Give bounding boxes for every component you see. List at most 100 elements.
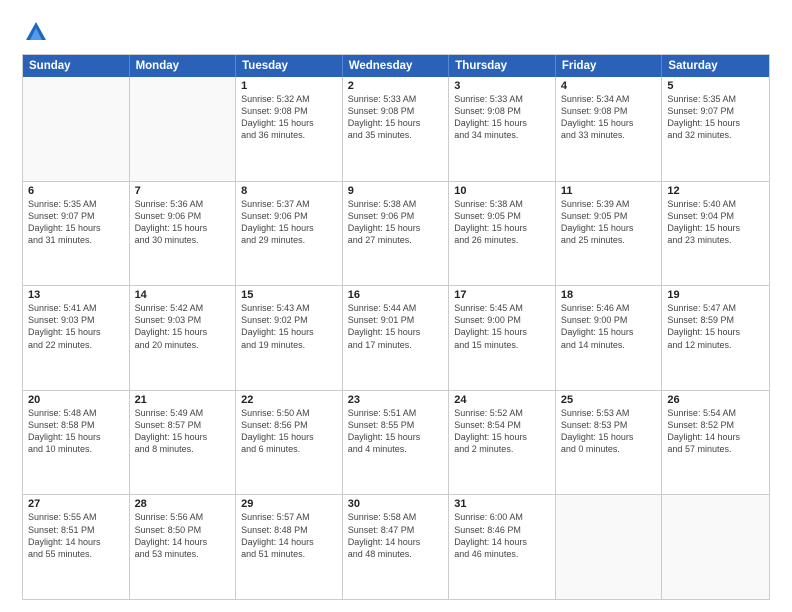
cell-line: Sunset: 9:05 PM xyxy=(561,210,657,222)
calendar-header: SundayMondayTuesdayWednesdayThursdayFrid… xyxy=(23,55,769,77)
cell-line: Sunrise: 5:56 AM xyxy=(135,511,231,523)
calendar-cell: 4Sunrise: 5:34 AMSunset: 9:08 PMDaylight… xyxy=(556,77,663,181)
cell-line: Daylight: 15 hours xyxy=(348,222,444,234)
cell-line: Daylight: 14 hours xyxy=(241,536,337,548)
cell-line: Daylight: 14 hours xyxy=(667,431,764,443)
day-number: 27 xyxy=(28,498,124,510)
calendar-row-1: 6Sunrise: 5:35 AMSunset: 9:07 PMDaylight… xyxy=(23,181,769,286)
calendar-cell: 8Sunrise: 5:37 AMSunset: 9:06 PMDaylight… xyxy=(236,182,343,286)
day-number: 10 xyxy=(454,185,550,197)
cell-line: and 51 minutes. xyxy=(241,548,337,560)
cell-line: and 23 minutes. xyxy=(667,234,764,246)
calendar-cell: 25Sunrise: 5:53 AMSunset: 8:53 PMDayligh… xyxy=(556,391,663,495)
calendar-cell: 13Sunrise: 5:41 AMSunset: 9:03 PMDayligh… xyxy=(23,286,130,390)
cell-line: Sunset: 9:01 PM xyxy=(348,314,444,326)
cell-line: Sunset: 9:06 PM xyxy=(241,210,337,222)
cell-line: Sunrise: 5:57 AM xyxy=(241,511,337,523)
cell-line: Sunset: 9:06 PM xyxy=(135,210,231,222)
header xyxy=(22,18,770,46)
cell-line: Sunrise: 5:42 AM xyxy=(135,302,231,314)
calendar-cell: 31Sunrise: 6:00 AMSunset: 8:46 PMDayligh… xyxy=(449,495,556,599)
cell-line: Daylight: 14 hours xyxy=(135,536,231,548)
calendar-cell xyxy=(556,495,663,599)
cell-line: Daylight: 15 hours xyxy=(348,117,444,129)
cell-line: Sunset: 8:56 PM xyxy=(241,419,337,431)
day-number: 18 xyxy=(561,289,657,301)
cell-line: Sunrise: 5:54 AM xyxy=(667,407,764,419)
cell-line: and 17 minutes. xyxy=(348,339,444,351)
cell-line: Sunrise: 5:44 AM xyxy=(348,302,444,314)
day-number: 24 xyxy=(454,394,550,406)
cell-line: Daylight: 15 hours xyxy=(454,222,550,234)
cell-line: Daylight: 15 hours xyxy=(135,431,231,443)
cell-line: Sunset: 9:04 PM xyxy=(667,210,764,222)
cell-line: Daylight: 15 hours xyxy=(667,326,764,338)
calendar-cell: 28Sunrise: 5:56 AMSunset: 8:50 PMDayligh… xyxy=(130,495,237,599)
calendar-row-0: 1Sunrise: 5:32 AMSunset: 9:08 PMDaylight… xyxy=(23,77,769,181)
calendar-cell: 16Sunrise: 5:44 AMSunset: 9:01 PMDayligh… xyxy=(343,286,450,390)
cell-line: Sunrise: 5:38 AM xyxy=(348,198,444,210)
day-number: 13 xyxy=(28,289,124,301)
calendar: SundayMondayTuesdayWednesdayThursdayFrid… xyxy=(22,54,770,600)
cell-line: and 53 minutes. xyxy=(135,548,231,560)
cell-line: and 31 minutes. xyxy=(28,234,124,246)
cell-line: Sunset: 8:57 PM xyxy=(135,419,231,431)
calendar-cell xyxy=(130,77,237,181)
cell-line: and 10 minutes. xyxy=(28,443,124,455)
calendar-cell: 22Sunrise: 5:50 AMSunset: 8:56 PMDayligh… xyxy=(236,391,343,495)
calendar-body: 1Sunrise: 5:32 AMSunset: 9:08 PMDaylight… xyxy=(23,77,769,599)
day-number: 11 xyxy=(561,185,657,197)
cell-line: Daylight: 15 hours xyxy=(241,117,337,129)
cell-line: Sunrise: 5:41 AM xyxy=(28,302,124,314)
calendar-cell: 9Sunrise: 5:38 AMSunset: 9:06 PMDaylight… xyxy=(343,182,450,286)
calendar-cell: 21Sunrise: 5:49 AMSunset: 8:57 PMDayligh… xyxy=(130,391,237,495)
day-number: 19 xyxy=(667,289,764,301)
cell-line: Daylight: 15 hours xyxy=(241,326,337,338)
cell-line: and 36 minutes. xyxy=(241,129,337,141)
calendar-cell: 3Sunrise: 5:33 AMSunset: 9:08 PMDaylight… xyxy=(449,77,556,181)
day-number: 25 xyxy=(561,394,657,406)
cell-line: Daylight: 14 hours xyxy=(348,536,444,548)
page: SundayMondayTuesdayWednesdayThursdayFrid… xyxy=(0,0,792,612)
calendar-cell: 6Sunrise: 5:35 AMSunset: 9:07 PMDaylight… xyxy=(23,182,130,286)
cell-line: and 55 minutes. xyxy=(28,548,124,560)
cell-line: Sunset: 9:08 PM xyxy=(561,105,657,117)
day-number: 4 xyxy=(561,80,657,92)
cell-line: Sunset: 9:00 PM xyxy=(561,314,657,326)
calendar-cell: 20Sunrise: 5:48 AMSunset: 8:58 PMDayligh… xyxy=(23,391,130,495)
day-number: 16 xyxy=(348,289,444,301)
cell-line: Daylight: 15 hours xyxy=(348,431,444,443)
cell-line: Sunset: 8:46 PM xyxy=(454,524,550,536)
day-number: 17 xyxy=(454,289,550,301)
day-number: 6 xyxy=(28,185,124,197)
cell-line: Sunset: 9:07 PM xyxy=(667,105,764,117)
cell-line: Sunrise: 5:48 AM xyxy=(28,407,124,419)
logo xyxy=(22,18,54,46)
cell-line: and 2 minutes. xyxy=(454,443,550,455)
calendar-row-2: 13Sunrise: 5:41 AMSunset: 9:03 PMDayligh… xyxy=(23,285,769,390)
cell-line: Daylight: 15 hours xyxy=(241,222,337,234)
cell-line: Sunset: 8:59 PM xyxy=(667,314,764,326)
cell-line: and 32 minutes. xyxy=(667,129,764,141)
cell-line: and 0 minutes. xyxy=(561,443,657,455)
day-number: 23 xyxy=(348,394,444,406)
cell-line: Sunrise: 5:38 AM xyxy=(454,198,550,210)
cell-line: and 15 minutes. xyxy=(454,339,550,351)
cell-line: Sunrise: 5:32 AM xyxy=(241,93,337,105)
calendar-cell: 2Sunrise: 5:33 AMSunset: 9:08 PMDaylight… xyxy=(343,77,450,181)
calendar-cell: 1Sunrise: 5:32 AMSunset: 9:08 PMDaylight… xyxy=(236,77,343,181)
cell-line: Daylight: 15 hours xyxy=(561,117,657,129)
cell-line: Daylight: 15 hours xyxy=(28,326,124,338)
cell-line: and 8 minutes. xyxy=(135,443,231,455)
cell-line: Sunset: 9:08 PM xyxy=(241,105,337,117)
cell-line: Sunset: 8:48 PM xyxy=(241,524,337,536)
calendar-cell xyxy=(662,495,769,599)
cell-line: and 22 minutes. xyxy=(28,339,124,351)
day-number: 12 xyxy=(667,185,764,197)
cell-line: Sunset: 9:08 PM xyxy=(454,105,550,117)
cell-line: Daylight: 14 hours xyxy=(454,536,550,548)
cell-line: Daylight: 15 hours xyxy=(135,326,231,338)
cell-line: Sunset: 8:54 PM xyxy=(454,419,550,431)
calendar-cell: 15Sunrise: 5:43 AMSunset: 9:02 PMDayligh… xyxy=(236,286,343,390)
cell-line: Sunrise: 5:37 AM xyxy=(241,198,337,210)
